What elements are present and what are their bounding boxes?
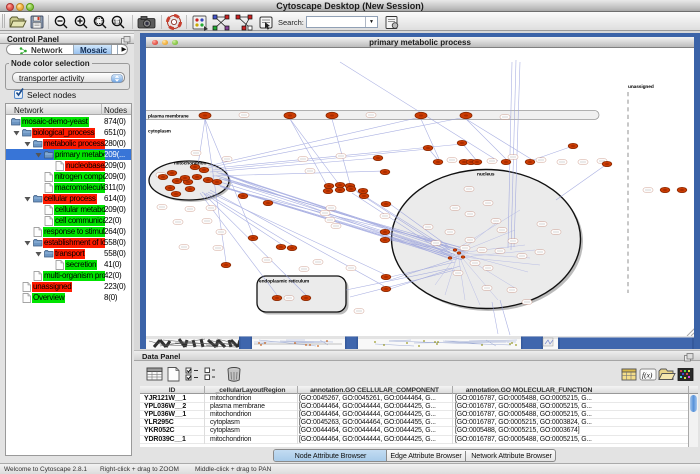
svg-text:f(x): f(x) (642, 371, 653, 380)
svg-text:1:1: 1:1 (114, 20, 121, 26)
svg-text:mitochondrion: mitochondrion (174, 161, 206, 167)
svg-text:cytoplasm: cytoplasm (148, 129, 171, 135)
svg-text:nucleus: nucleus (477, 172, 495, 178)
svg-text:unassigned: unassigned (628, 84, 654, 90)
svg-text:endoplasmic reticulum: endoplasmic reticulum (259, 279, 309, 285)
svg-text:plasma membrane: plasma membrane (148, 114, 189, 120)
